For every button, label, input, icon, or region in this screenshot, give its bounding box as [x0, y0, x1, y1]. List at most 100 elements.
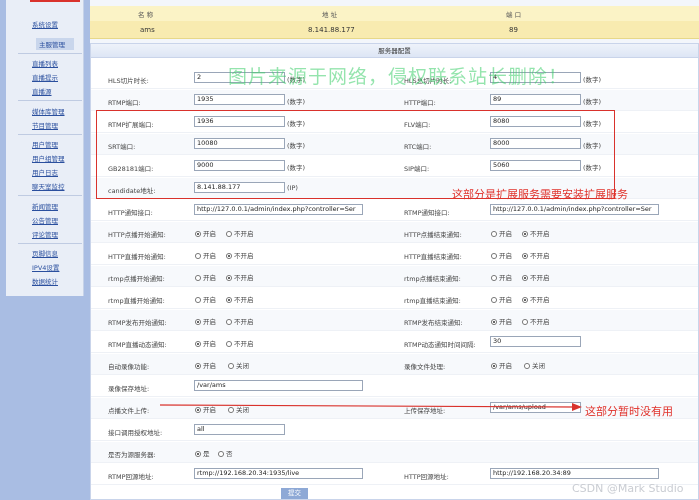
vod-upload-label: 点播文件上传: [108, 407, 150, 415]
form-row: rtmp点播开始通知: 开启 不开启 rtmp点播结束通知: 开启 不开启 [91, 266, 698, 287]
http-vod-start-label: HTTP点播开始通知: [108, 231, 166, 239]
auto-record-on-radio[interactable]: 开启 [195, 360, 216, 370]
rtmp-vod-start-label: rtmp点播开始通知: [108, 275, 165, 283]
form-title: 服务器配置 [91, 44, 698, 58]
nav-ipv4-settings[interactable]: IPV4设置 [32, 262, 59, 272]
nav-user-logs[interactable]: 用户日志 [32, 167, 58, 177]
origin-no-radio[interactable]: 否 [218, 448, 233, 458]
nav-live-list[interactable]: 直播列表 [32, 58, 58, 68]
nav-system-settings[interactable]: 系统设置 [32, 19, 58, 29]
http-live-start-off-radio[interactable]: 不开启 [226, 250, 254, 260]
rtmp-live-start-on-radio[interactable]: 开启 [195, 294, 216, 304]
nav-comments[interactable]: 评论管理 [32, 229, 58, 239]
nav-footer-info[interactable]: 页脚信息 [32, 248, 58, 258]
rtmp-pub-start-on-radio[interactable]: 开启 [195, 316, 216, 326]
http-live-end-off-radio[interactable]: 不开启 [522, 250, 550, 260]
rtmp-notify-input[interactable]: http://127.0.0.1/admin/index.php?control… [490, 204, 659, 215]
nav-statistics[interactable]: 数据统计 [32, 276, 58, 286]
submit-button[interactable]: 提交 [281, 488, 308, 499]
rtmp-port-unit: (数字) [287, 98, 306, 106]
nav-chatroom-monitor[interactable]: 聊天室监控 [32, 181, 65, 191]
rtmp-dyn-off-radio[interactable]: 不开启 [226, 338, 254, 348]
annotation-underline [30, 0, 80, 2]
http-origin-input[interactable]: http://192.168.20.34:89 [490, 468, 659, 479]
server-table-header: 名 称 地 址 端 口 [90, 6, 699, 21]
form-row: RTMP端口: 1935 (数字) HTTP端口: 89 (数字) [91, 90, 698, 111]
record-proc-off-radio[interactable]: 关闭 [524, 360, 545, 370]
http-vod-end-on-radio[interactable]: 开启 [491, 228, 512, 238]
rtmp-live-end-on-radio[interactable]: 开启 [491, 294, 512, 304]
hls-seg-label: HLS切片时长: [108, 77, 149, 85]
col-address-header: 地 址 [322, 11, 338, 19]
http-vod-start-on-radio[interactable]: 开启 [195, 228, 216, 238]
form-row: HTTP直播开始通知: 开启 不开启 HTTP直播结束通知: 开启 不开启 [91, 244, 698, 265]
nav-media-library[interactable]: 媒体库管理 [32, 106, 65, 116]
rtmp-pub-start-off-radio[interactable]: 不开启 [226, 316, 254, 326]
col-name-header: 名 称 [138, 11, 154, 19]
rtmp-vod-end-off-radio[interactable]: 不开启 [522, 272, 550, 282]
api-auth-input[interactable]: all [194, 424, 285, 435]
rtmp-vod-start-off-radio[interactable]: 不开启 [226, 272, 254, 282]
rtmp-notify-label: RTMP通知接口: [404, 209, 450, 217]
http-live-end-on-radio[interactable]: 开启 [491, 250, 512, 260]
rtmp-dyn-interval-input[interactable]: 30 [490, 336, 581, 347]
server-port: 89 [509, 26, 518, 34]
rtmp-port-input[interactable]: 1935 [194, 94, 285, 105]
nav-users[interactable]: 用户管理 [32, 139, 58, 149]
record-proc-on-radio[interactable]: 开启 [491, 360, 512, 370]
nav-divider [18, 195, 82, 196]
form-row: 录像保存地址: /var/ams [91, 376, 698, 397]
http-port-unit: (数字) [583, 98, 602, 106]
rtmp-dyn-label: RTMP直播动态通知: [108, 341, 167, 349]
nav-divider [18, 243, 82, 244]
nav-main-server[interactable]: 主服管理 [36, 38, 74, 50]
server-table-row[interactable]: ams 8.141.88.177 89 [90, 21, 699, 39]
rtmp-dyn-on-radio[interactable]: 开启 [195, 338, 216, 348]
auto-record-off-radio[interactable]: 关闭 [228, 360, 249, 370]
rtmp-port-label: RTMP端口: [108, 99, 141, 107]
http-live-start-label: HTTP直播开始通知: [108, 253, 166, 261]
record-path-input[interactable]: /var/ams [194, 380, 363, 391]
rtmp-live-start-off-radio[interactable]: 不开启 [226, 294, 254, 304]
col-port-header: 端 口 [506, 11, 522, 19]
hls-win-unit: (数字) [583, 76, 602, 84]
http-live-start-on-radio[interactable]: 开启 [195, 250, 216, 260]
form-row: 自动录像功能: 开启 关闭 录像文件处理: 开启 关闭 [91, 354, 698, 375]
http-origin-label: HTTP回源地址: [404, 473, 449, 481]
http-vod-end-off-radio[interactable]: 不开启 [522, 228, 550, 238]
rtmp-dyn-interval-label: RTMP动态通知时间间隔: [404, 341, 476, 349]
server-name: ams [140, 26, 155, 34]
origin-yes-radio[interactable]: 是 [195, 448, 210, 458]
form-row: HTTP通知接口: http://127.0.0.1/admin/index.p… [91, 200, 698, 221]
form-row: rtmp直播开始通知: 开启 不开启 rtmp直播结束通知: 开启 不开启 [91, 288, 698, 309]
rtmp-pub-end-off-radio[interactable]: 不开启 [522, 316, 550, 326]
annotation-note-extension: 这部分是扩展服务需要安装扩展服务 [452, 188, 628, 201]
nav-divider [18, 100, 82, 101]
http-vod-end-label: HTTP点播结束通知: [404, 231, 462, 239]
nav-divider [18, 53, 82, 54]
rtmp-pub-end-on-radio[interactable]: 开启 [491, 316, 512, 326]
sidebar-panel: 系统设置 主服管理 直播列表 直播提示 直播源 媒体库管理 节目管理 用户管理 … [6, 0, 84, 296]
auto-record-label: 自动录像功能: [108, 363, 150, 371]
nav-announcements[interactable]: 公告管理 [32, 215, 58, 225]
http-port-label: HTTP端口: [404, 99, 436, 107]
rtmp-live-end-off-radio[interactable]: 不开启 [522, 294, 550, 304]
sidebar: 系统设置 主服管理 直播列表 直播提示 直播源 媒体库管理 节目管理 用户管理 … [0, 0, 90, 500]
rtmp-vod-end-on-radio[interactable]: 开启 [491, 272, 512, 282]
rtmp-origin-input[interactable]: rtmp://192.168.20.34:1935/live [194, 468, 363, 479]
rtmp-live-start-label: rtmp直播开始通知: [108, 297, 165, 305]
rtmp-pub-end-label: RTMP发布结束通知: [404, 319, 463, 327]
nav-programs[interactable]: 节目管理 [32, 120, 58, 130]
http-port-input[interactable]: 89 [490, 94, 581, 105]
api-auth-label: 接口调用授权地址: [108, 429, 163, 437]
nav-user-groups[interactable]: 用户组管理 [32, 153, 65, 163]
rtmp-vod-start-on-radio[interactable]: 开启 [195, 272, 216, 282]
annotation-note-unused: 这部分暂时没有用 [585, 405, 673, 418]
nav-live-source[interactable]: 直播源 [32, 86, 52, 96]
nav-news[interactable]: 新闻管理 [32, 201, 58, 211]
http-vod-start-off-radio[interactable]: 不开启 [226, 228, 254, 238]
form-row: HTTP点播开始通知: 开启 不开启 HTTP点播结束通知: 开启 不开启 [91, 222, 698, 243]
http-live-end-label: HTTP直播结束通知: [404, 253, 462, 261]
nav-live-tips[interactable]: 直播提示 [32, 72, 58, 82]
http-notify-input[interactable]: http://127.0.0.1/admin/index.php?control… [194, 204, 363, 215]
